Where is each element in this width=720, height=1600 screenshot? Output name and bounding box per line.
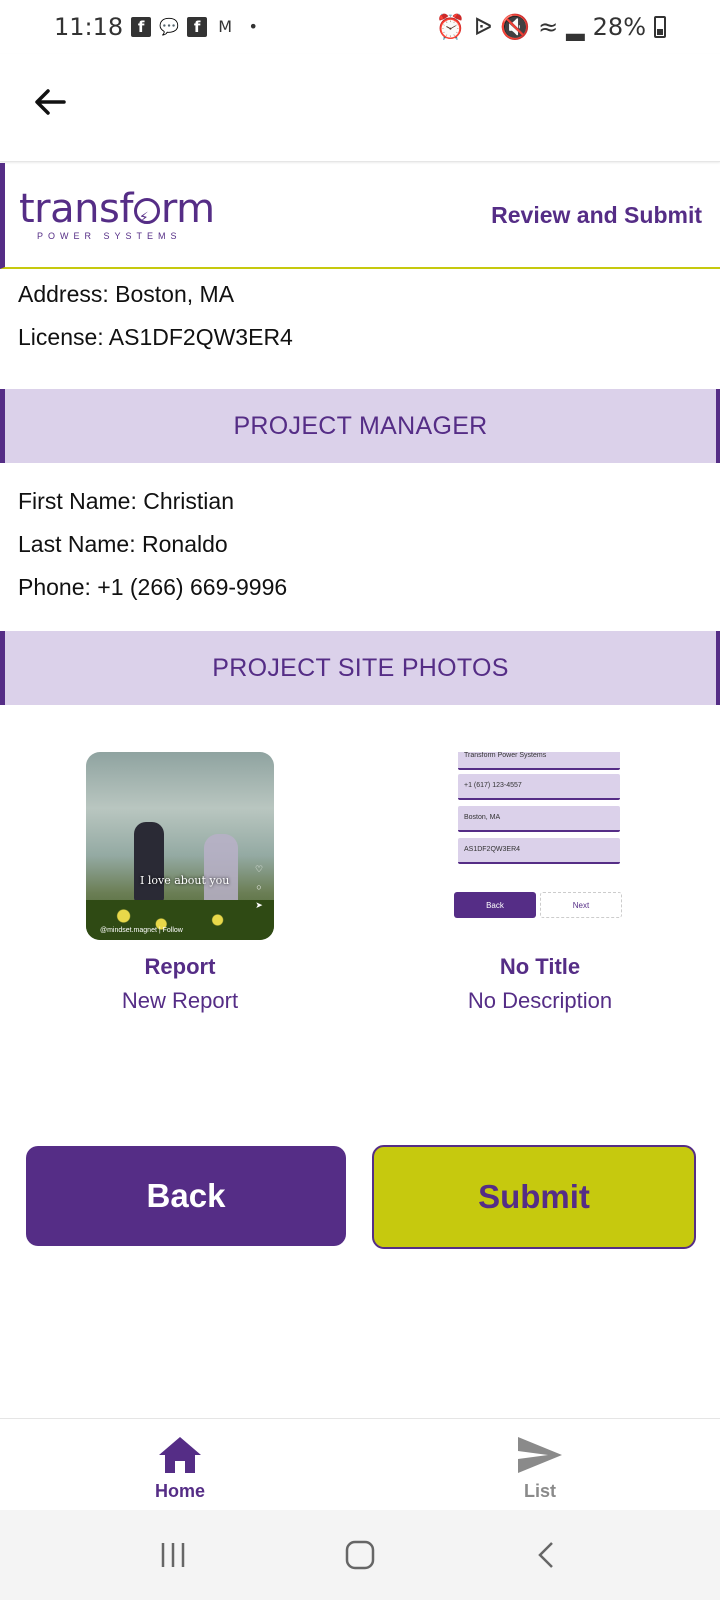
license-text: License: AS1DF2QW3ER4: [18, 324, 293, 350]
photo-thumbnail[interactable]: I love about you ♡ ○ ➤ @mindset.magnet | F…: [86, 752, 274, 940]
status-time: 11:18: [54, 13, 124, 41]
wifi-icon: ≈: [538, 13, 559, 41]
system-navigation-bar: [0, 1510, 720, 1600]
photo-thumbnail[interactable]: Transform Power Systems +1 (617) 123-455…: [452, 752, 628, 940]
thumb-handle: @mindset.magnet | Follow: [100, 927, 183, 934]
status-bar: 11:18 f 💬 f M • ⏰ ᐉ 🔇 ≈ ▂ 28%: [0, 0, 720, 54]
messenger-notification-icon: 💬: [159, 17, 180, 36]
last-name-text: Last Name: Ronaldo: [18, 531, 228, 557]
thumb-flower-field: [86, 900, 274, 940]
thumb-field: +1 (617) 123-4557: [458, 774, 620, 800]
home-circle-icon: [345, 1540, 375, 1570]
submit-button[interactable]: Submit: [372, 1145, 696, 1249]
battery-percent: 28%: [592, 13, 646, 41]
page-title: Review and Submit: [491, 201, 702, 228]
thumb-field: Boston, MA: [458, 806, 620, 832]
send-icon: [518, 1437, 562, 1473]
first-name-text: First Name: Christian: [18, 488, 234, 514]
app-bar: [0, 54, 720, 162]
thumb-next-button: Next: [540, 892, 622, 918]
facebook-notification-icon-2: f: [187, 17, 208, 37]
back-system-button[interactable]: [517, 1530, 577, 1580]
thumb-field: Transform Power Systems: [458, 752, 620, 770]
back-arrow-icon[interactable]: [28, 80, 72, 124]
address-text: Address: Boston, MA: [18, 281, 235, 307]
thumb-figure-girl: [204, 834, 238, 904]
nav-label-list: List: [523, 1481, 556, 1501]
facebook-notification-icon: f: [131, 17, 152, 37]
nav-label-home: Home: [154, 1481, 205, 1501]
thumb-field: AS1DF2QW3ER4: [458, 838, 620, 864]
more-notifications-dot-icon: •: [248, 17, 258, 36]
logo-word-right: rm: [160, 186, 215, 232]
photo-title: No Title: [499, 954, 581, 979]
gmail-notification-icon: M: [218, 17, 233, 36]
signal-icon: ▂: [566, 13, 585, 41]
home-system-button[interactable]: [330, 1530, 390, 1580]
logo-subtitle: POWER SYSTEMS: [37, 231, 182, 241]
thumb-caption: I love about you: [140, 874, 230, 887]
home-icon: [159, 1437, 201, 1473]
mute-icon: 🔇: [500, 13, 531, 41]
recent-apps-button[interactable]: [143, 1530, 203, 1580]
company-logo: transf rm POWER SYSTEMS: [19, 189, 215, 241]
bottom-navigation: Home List: [0, 1418, 720, 1510]
back-button[interactable]: Back: [26, 1146, 346, 1246]
bluetooth-icon: ᐉ: [473, 13, 493, 41]
photo-card-report[interactable]: I love about you ♡ ○ ➤ @mindset.magnet | F…: [20, 752, 340, 1014]
section-header-project-manager: PROJECT MANAGER: [0, 389, 720, 463]
photo-card-no-title[interactable]: Transform Power Systems +1 (617) 123-455…: [380, 752, 700, 1014]
photo-description: New Report: [121, 988, 239, 1013]
back-chevron-icon: [537, 1542, 553, 1568]
photo-title: Report: [144, 954, 216, 979]
alarm-icon: ⏰: [435, 13, 466, 41]
nav-item-list[interactable]: List: [360, 1419, 720, 1510]
logo-bolt-icon: [133, 198, 160, 238]
thumb-side-icons: ♡ ○ ➤: [254, 864, 264, 910]
thumb-back-button: Back: [454, 892, 536, 918]
nav-item-home[interactable]: Home: [0, 1419, 360, 1510]
recent-apps-icon: [162, 1543, 185, 1567]
brand-header: transf rm POWER SYSTEMS Review and Submi…: [0, 163, 720, 269]
section-header-site-photos: PROJECT SITE PHOTOS: [0, 631, 720, 705]
status-right: ⏰ ᐉ 🔇 ≈ ▂ 28%: [436, 13, 666, 41]
thumb-figure-boy: [134, 822, 164, 902]
status-left: 11:18 f 💬 f M •: [54, 13, 263, 41]
logo-word-left: transf: [19, 186, 133, 232]
photo-description: No Description: [467, 988, 613, 1013]
phone-text: Phone: +1 (266) 669-9996: [18, 574, 288, 600]
battery-icon: [654, 16, 666, 38]
logo-wordmark: transf rm: [19, 186, 215, 238]
